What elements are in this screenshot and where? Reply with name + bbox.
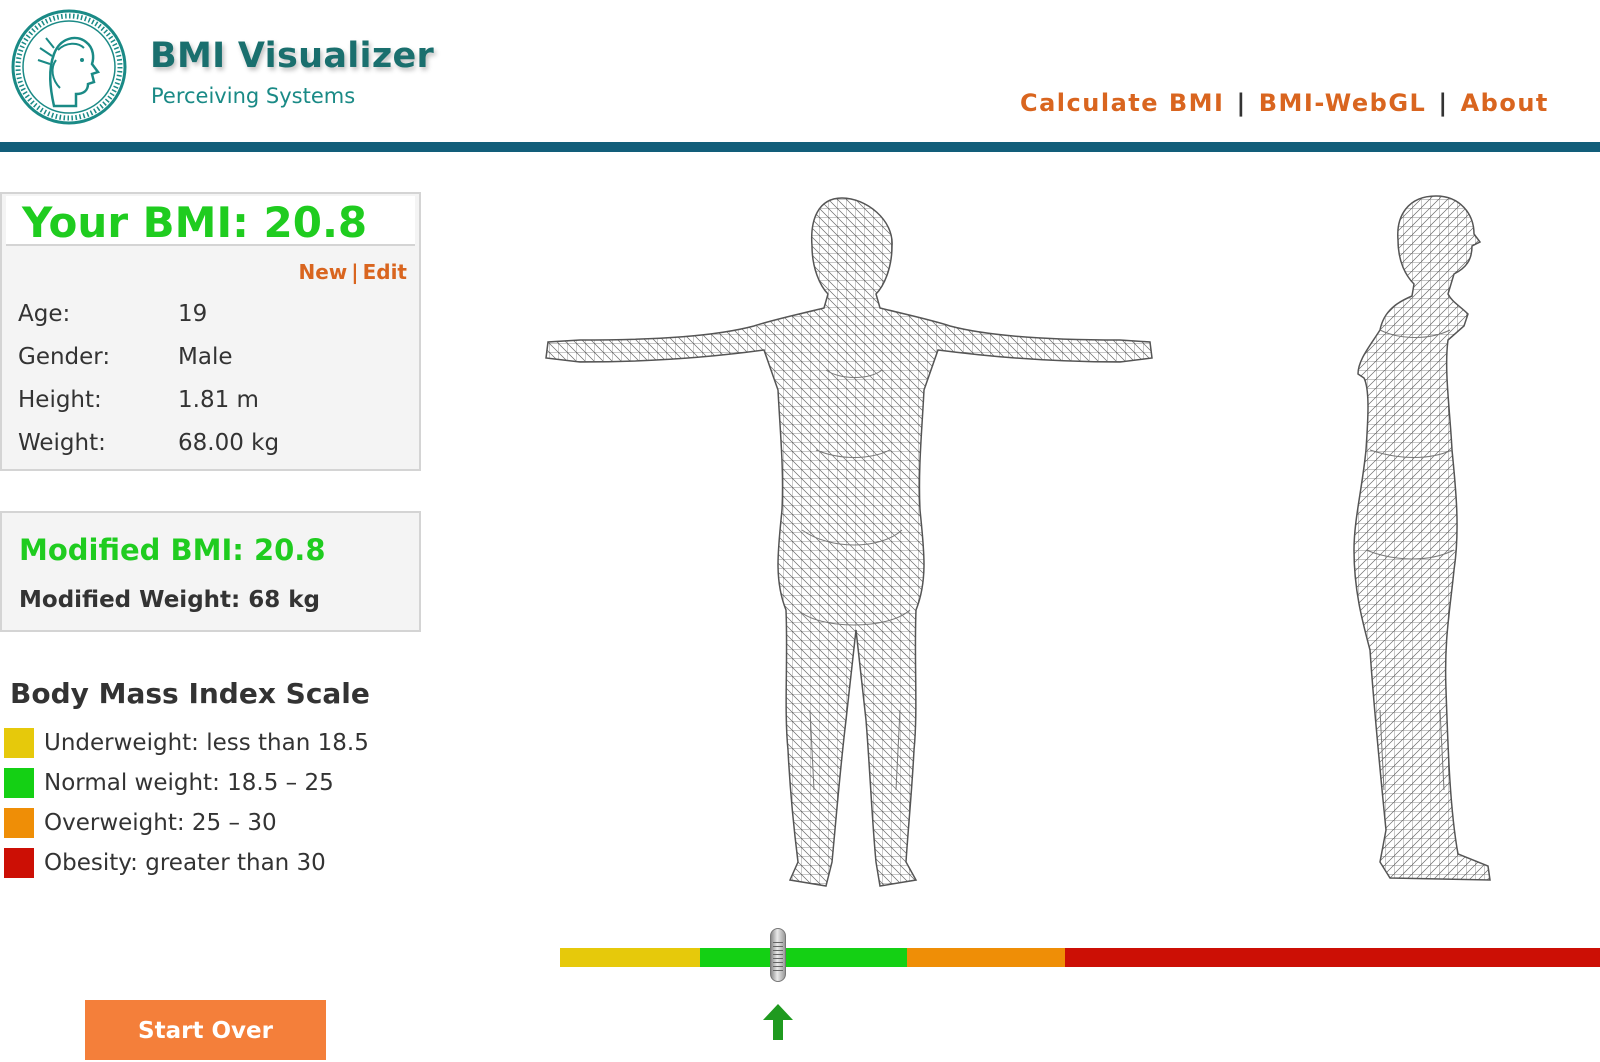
link-separator: | bbox=[351, 260, 359, 284]
body-mesh-side-view bbox=[1353, 195, 1491, 881]
bmi-result-panel: Your BMI: 20.8 New | Edit Age: 19 Gender: … bbox=[0, 192, 421, 471]
app-title: BMI Visualizer bbox=[150, 36, 435, 76]
start-over-button[interactable]: Start Over bbox=[85, 1000, 326, 1060]
max-planck-logo bbox=[11, 9, 127, 125]
bmi-result-title: Your BMI: 20.8 bbox=[22, 198, 368, 247]
field-value: 19 bbox=[178, 301, 208, 327]
slider-segment-obesity bbox=[1065, 948, 1600, 967]
bmi-result-header: Your BMI: 20.8 bbox=[6, 196, 415, 247]
edit-link[interactable]: Edit bbox=[363, 260, 407, 284]
field-value: Male bbox=[178, 344, 233, 370]
scale-label: Normal weight: 18.5 – 25 bbox=[44, 770, 334, 796]
slider-segment-underweight bbox=[560, 948, 700, 967]
field-gender: Gender: Male bbox=[18, 344, 232, 370]
body-mesh-front-view bbox=[545, 197, 1153, 887]
slider-thumb[interactable] bbox=[770, 928, 786, 982]
new-link[interactable]: New bbox=[299, 260, 348, 284]
modified-bmi-panel: Modified BMI: 20.8 Modified Weight: 68 k… bbox=[0, 511, 421, 632]
field-height: Height: 1.81 m bbox=[18, 387, 259, 413]
nav-about[interactable]: About bbox=[1461, 89, 1549, 117]
field-weight: Weight: 68.00 kg bbox=[18, 430, 279, 456]
field-label: Gender: bbox=[18, 344, 111, 370]
modified-weight: Modified Weight: 68 kg bbox=[19, 587, 320, 613]
field-label: Age: bbox=[18, 301, 71, 327]
field-age: Age: 19 bbox=[18, 301, 207, 327]
scale-label: Obesity: greater than 30 bbox=[44, 850, 326, 876]
scale-swatch bbox=[4, 808, 34, 838]
nav-calculate-bmi[interactable]: Calculate BMI bbox=[1020, 89, 1224, 117]
field-label: Height: bbox=[18, 387, 102, 413]
top-nav: Calculate BMI | BMI-WebGL | About bbox=[1020, 89, 1549, 117]
scale-label: Overweight: 25 – 30 bbox=[44, 810, 277, 836]
bmi-actions: New | Edit bbox=[299, 260, 408, 284]
header-divider-bar bbox=[0, 142, 1600, 152]
app-subtitle: Perceiving Systems bbox=[151, 84, 356, 108]
scale-swatch bbox=[4, 848, 34, 878]
up-arrow-icon bbox=[763, 1004, 793, 1040]
scale-swatch bbox=[4, 728, 34, 758]
bmi-scale-title: Body Mass Index Scale bbox=[10, 677, 370, 710]
nav-separator: | bbox=[1438, 89, 1449, 117]
nav-separator: | bbox=[1236, 89, 1247, 117]
scale-swatch bbox=[4, 768, 34, 798]
nav-bmi-webgl[interactable]: BMI-WebGL bbox=[1259, 89, 1427, 117]
modified-bmi: Modified BMI: 20.8 bbox=[19, 533, 326, 567]
field-value: 68.00 kg bbox=[178, 430, 280, 456]
field-value: 1.81 m bbox=[178, 387, 259, 413]
slider-segment-overweight bbox=[907, 948, 1065, 967]
field-label: Weight: bbox=[18, 430, 106, 456]
bmi-slider-track[interactable] bbox=[560, 948, 1600, 967]
slider-segment-normal bbox=[700, 948, 907, 967]
scale-label: Underweight: less than 18.5 bbox=[44, 730, 369, 756]
